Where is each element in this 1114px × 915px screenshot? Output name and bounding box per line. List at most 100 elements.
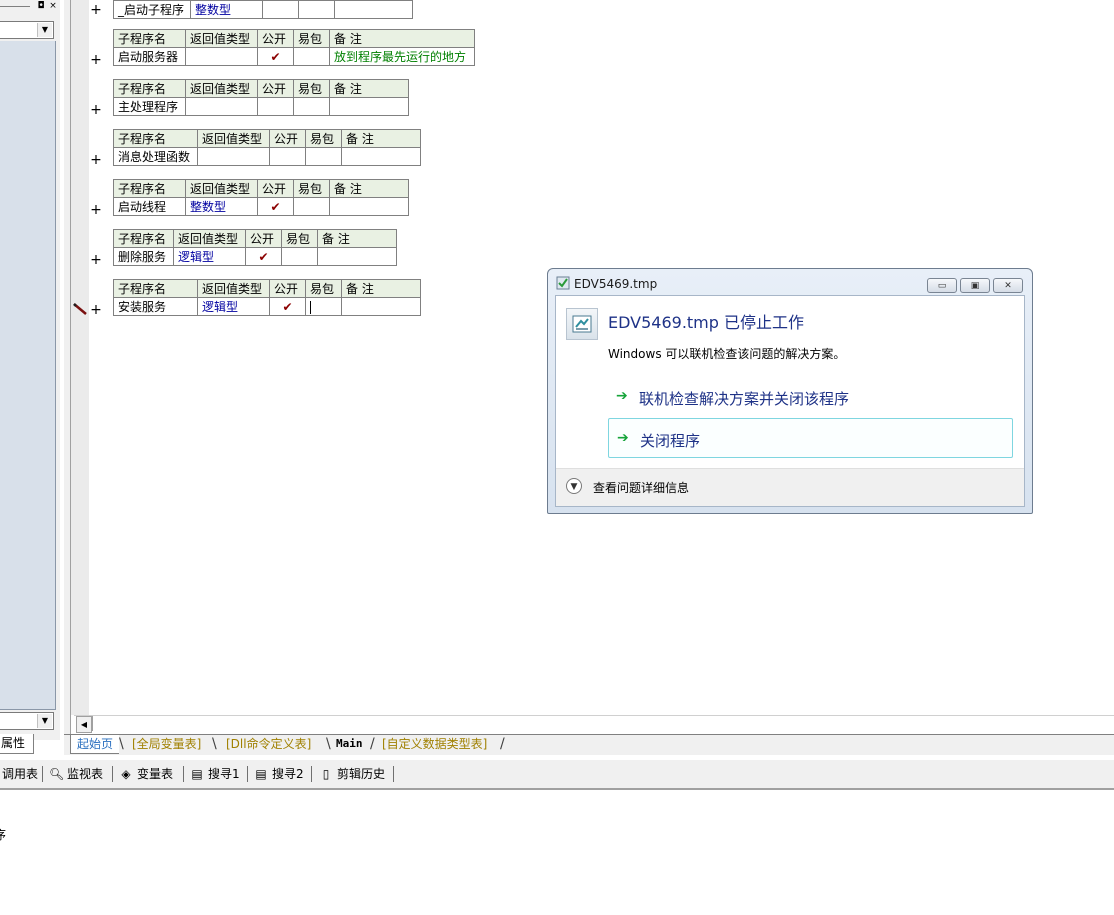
return-type[interactable]: 整数型 bbox=[185, 197, 258, 216]
restore-icon[interactable]: ◘ bbox=[36, 1, 46, 11]
clipboard-history-button[interactable]: ▯ 剪辑历史 bbox=[319, 760, 385, 788]
close-program-button[interactable]: ➔ 关闭程序 bbox=[608, 418, 1013, 458]
header-public: 公开 bbox=[269, 279, 306, 298]
expand-icon[interactable]: + bbox=[90, 303, 102, 317]
easy-pack-cell[interactable] bbox=[293, 197, 330, 216]
header-name: 子程序名 bbox=[113, 179, 186, 198]
subroutine-table: 子程序名 返回值类型 公开 易包 备 注 启动服务器 ✔ 放到程序最先运行的地方 bbox=[113, 29, 475, 66]
subroutine-name[interactable]: _启动子程序 bbox=[113, 0, 191, 19]
scroll-left-icon[interactable]: ◀ bbox=[76, 716, 92, 733]
tab-dll-commands[interactable]: [Dll命令定义表] bbox=[220, 735, 317, 753]
variable-icon: ◈ bbox=[121, 767, 131, 781]
property-list[interactable] bbox=[0, 41, 56, 710]
easy-pack-cell[interactable] bbox=[293, 97, 330, 116]
expand-icon[interactable]: + bbox=[90, 3, 102, 17]
scroll-thumb[interactable] bbox=[92, 716, 109, 731]
tab-global-variables[interactable]: [全局变量表] bbox=[126, 735, 207, 753]
tab-main[interactable]: Main bbox=[330, 735, 369, 753]
remark-cell[interactable] bbox=[334, 0, 413, 19]
editor-gutter bbox=[71, 0, 89, 715]
easy-pack-cell[interactable] bbox=[305, 147, 342, 166]
public-cell[interactable] bbox=[262, 0, 299, 19]
editor-border bbox=[64, 0, 71, 735]
remark-cell[interactable] bbox=[341, 147, 421, 166]
header-return-type: 返回值类型 bbox=[185, 29, 258, 48]
clipboard-icon: ▯ bbox=[322, 767, 330, 781]
view-details-link[interactable]: 查看问题详细信息 bbox=[593, 479, 689, 496]
header-name: 子程序名 bbox=[113, 29, 186, 48]
public-check-icon[interactable]: ✔ bbox=[257, 47, 294, 66]
object-selector[interactable]: ▼ bbox=[0, 21, 54, 39]
public-cell[interactable] bbox=[257, 97, 294, 116]
easy-pack-cell[interactable] bbox=[281, 247, 318, 266]
expand-icon[interactable]: + bbox=[90, 53, 102, 67]
tab-custom-data-types[interactable]: [自定义数据类型表] bbox=[376, 735, 493, 753]
watch-table-button[interactable]: 🔍︎ 监视表 bbox=[49, 760, 103, 788]
subroutine-table: 子程序名 返回值类型 公开 易包 备 注 启动线程 整数型 ✔ bbox=[113, 179, 409, 216]
subroutine-table: 子程序名 返回值类型 公开 易包 备 注 安装服务 逻辑型 ✔ bbox=[113, 279, 421, 316]
easy-pack-cell[interactable] bbox=[305, 297, 342, 316]
header-easy-pack: 易包 bbox=[293, 79, 330, 98]
search1-button[interactable]: ▤ 搜寻1 bbox=[190, 760, 239, 788]
remark-cell[interactable] bbox=[317, 247, 397, 266]
remark-cell[interactable] bbox=[341, 297, 421, 316]
expand-icon[interactable]: + bbox=[90, 253, 102, 267]
easy-pack-cell[interactable] bbox=[298, 0, 335, 19]
remark-cell[interactable]: 放到程序最先运行的地方 bbox=[329, 47, 475, 66]
tab-properties[interactable]: 属性 bbox=[0, 734, 34, 754]
expand-icon[interactable]: + bbox=[90, 153, 102, 167]
bottom-toolbar: 调用表 🔍︎ 监视表 ◈ 变量表 ▤ 搜寻1 ▤ 搜寻2 ▯ 剪辑历史 bbox=[0, 760, 1114, 790]
subroutine-name[interactable]: 主处理程序 bbox=[113, 97, 186, 116]
subroutine-name[interactable]: 删除服务 bbox=[113, 247, 174, 266]
chevron-down-icon[interactable]: ▼ bbox=[37, 714, 52, 728]
return-type[interactable]: 逻辑型 bbox=[173, 247, 246, 266]
tab-start-page[interactable]: 起始页 bbox=[70, 735, 120, 754]
search2-button[interactable]: ▤ 搜寻2 bbox=[254, 760, 303, 788]
return-type[interactable] bbox=[197, 147, 270, 166]
public-check-icon[interactable]: ✔ bbox=[257, 197, 294, 216]
expand-icon[interactable]: + bbox=[90, 103, 102, 117]
close-button[interactable]: ✕ bbox=[993, 278, 1023, 293]
dialog-footer: ▼ 查看问题详细信息 bbox=[556, 468, 1024, 506]
subroutine-name[interactable]: 启动线程 bbox=[113, 197, 186, 216]
remark-cell[interactable] bbox=[329, 97, 409, 116]
subroutine-name[interactable]: 安装服务 bbox=[113, 297, 198, 316]
current-line-marker-icon bbox=[73, 303, 87, 315]
maximize-button[interactable]: ▣ bbox=[960, 278, 990, 293]
public-cell[interactable] bbox=[269, 147, 306, 166]
return-type[interactable] bbox=[185, 47, 258, 66]
variable-table-button[interactable]: ◈ 变量表 bbox=[119, 760, 173, 788]
check-online-button[interactable]: ➔ 联机检查解决方案并关闭该程序 bbox=[608, 377, 1013, 417]
chevron-down-icon[interactable]: ▼ bbox=[37, 23, 52, 37]
return-type[interactable]: 逻辑型 bbox=[197, 297, 270, 316]
return-type[interactable]: 整数型 bbox=[190, 0, 263, 19]
header-public: 公开 bbox=[245, 229, 282, 248]
public-check-icon[interactable]: ✔ bbox=[245, 247, 282, 266]
sheet-tab-bar: 起始页 \ [全局变量表] \ [Dll命令定义表] \ Main / [自定义… bbox=[64, 734, 1114, 755]
return-type[interactable] bbox=[185, 97, 258, 116]
close-icon[interactable]: × bbox=[48, 1, 58, 11]
app-icon bbox=[556, 276, 570, 290]
call-table-button[interactable]: 调用表 bbox=[2, 760, 38, 788]
subroutine-name[interactable]: 消息处理函数 bbox=[113, 147, 198, 166]
remark-cell[interactable] bbox=[329, 197, 409, 216]
dialog-description: Windows 可以联机检查该问题的解决方案。 bbox=[608, 347, 846, 361]
header-remark: 备 注 bbox=[329, 29, 475, 48]
header-name: 子程序名 bbox=[113, 279, 198, 298]
horizontal-scrollbar[interactable]: ◀ bbox=[74, 715, 1114, 733]
header-remark: 备 注 bbox=[329, 79, 409, 98]
program-icon bbox=[566, 308, 598, 340]
dialog-heading: EDV5469.tmp 已停止工作 bbox=[608, 313, 805, 332]
subroutine-name[interactable]: 启动服务器 bbox=[113, 47, 186, 66]
expand-icon[interactable]: + bbox=[90, 203, 102, 217]
minimize-button[interactable]: ▭ bbox=[927, 278, 957, 293]
header-easy-pack: 易包 bbox=[305, 279, 342, 298]
chevron-down-icon[interactable]: ▼ bbox=[566, 478, 582, 494]
easy-pack-cell[interactable] bbox=[293, 47, 330, 66]
subroutine-table: _启动子程序 整数型 bbox=[113, 0, 413, 19]
output-text: 序 bbox=[0, 828, 7, 842]
arrow-right-icon: ➔ bbox=[617, 430, 629, 446]
header-return-type: 返回值类型 bbox=[185, 179, 258, 198]
event-selector[interactable]: ▼ bbox=[0, 712, 54, 730]
public-check-icon[interactable]: ✔ bbox=[269, 297, 306, 316]
